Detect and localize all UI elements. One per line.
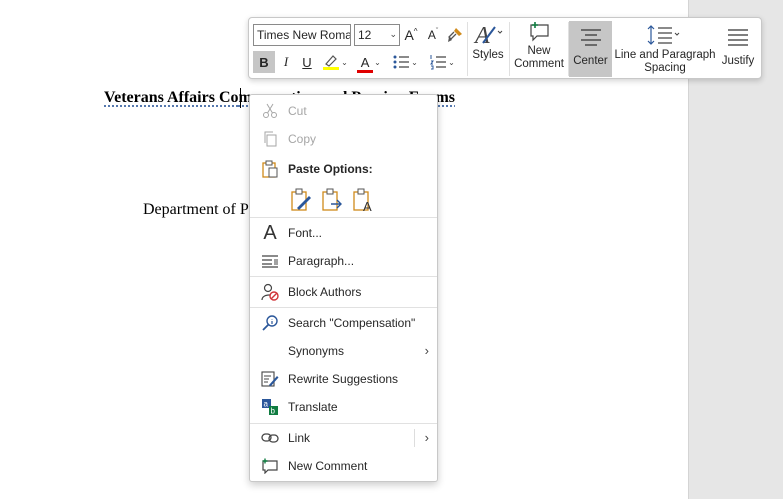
toolbar-separator [509,22,510,76]
new-comment-label-2: Comment [514,58,564,70]
menu-item-translate[interactable]: ab Translate [250,394,437,420]
bold-button[interactable]: B [253,51,275,73]
chevron-down-icon[interactable]: ⌄ [374,58,381,67]
underline-button[interactable]: U [297,51,317,73]
font-name-value: Times New Roman [257,28,351,42]
context-menu: Cut Copy Paste Options: A A Font... Para… [249,94,438,482]
chevron-down-icon[interactable]: ⌄ [411,58,418,67]
menu-item-synonyms[interactable]: Synonyms › [250,338,437,364]
paste-options-group: A [288,187,375,213]
paste-keep-formatting-icon [290,188,311,211]
paste-keep-source-formatting-button[interactable] [288,187,313,213]
menu-separator [250,276,437,277]
bullet-list-icon [393,55,410,69]
menu-item-paragraph[interactable]: Paragraph... [250,248,437,274]
paste-text-only-icon: A [352,188,372,212]
font-icon: A [263,221,277,244]
copy-icon [260,129,280,149]
center-label: Center [573,55,608,67]
svg-text:A: A [473,23,490,47]
shrink-font-button[interactable]: Aˇ [423,24,443,46]
line-spacing-icon [647,25,680,45]
new-comment-icon [530,22,549,42]
block-authors-icon [260,282,280,302]
chevron-down-icon[interactable]: ⌄ [341,58,348,67]
menu-item-cut[interactable]: Cut [250,98,437,124]
font-size-combobox[interactable]: 12 ⌄ [354,24,400,46]
text-caret [240,88,241,108]
styles-label: Styles [472,49,504,61]
chevron-right-icon[interactable]: › [425,430,429,445]
styles-icon: A [473,23,503,47]
highlight-button[interactable]: ⌄ [319,51,351,73]
link-icon [260,428,280,448]
paste-merge-formatting-button[interactable] [319,187,344,213]
styles-button[interactable]: A Styles [470,21,506,77]
toolbar-separator [467,22,468,76]
paragraph-icon [260,251,280,271]
menu-item-font[interactable]: A Font... [250,220,437,246]
justify-label: Justify [721,55,755,67]
paste-text-only-button[interactable]: A [350,187,375,213]
font-name-combobox[interactable]: Times New Roman [253,24,351,46]
justify-button[interactable]: Justify [716,21,760,77]
chevron-down-icon[interactable]: ⌄ [448,58,455,67]
center-button[interactable]: Center [569,21,612,77]
svg-text:A: A [363,199,372,212]
paste-merge-formatting-icon [321,188,342,211]
split-separator [414,429,415,447]
line-spacing-button[interactable]: Line and Paragraph Spacing [614,21,716,77]
numbering-button[interactable]: ⌄ [425,51,459,73]
chevron-down-icon[interactable]: ⌄ [389,29,397,40]
line-spacing-label-1: Line and Paragraph [614,49,716,61]
translate-icon: ab [260,397,280,417]
italic-button[interactable]: I [276,51,296,73]
bullets-button[interactable]: ⌄ [389,51,421,73]
new-comment-label-1: New [527,45,551,57]
line-spacing-label-2: Spacing [644,62,686,74]
clipboard-icon [260,159,280,179]
menu-separator [250,307,437,308]
search-icon [260,313,280,333]
chevron-right-icon: › [424,343,429,358]
menu-separator [250,423,437,424]
menu-separator [250,217,437,218]
font-color-button[interactable]: A ⌄ [353,51,385,73]
menu-item-search[interactable]: Search "Compensation" [250,310,437,336]
menu-item-copy[interactable]: Copy [250,126,437,152]
scissors-icon [260,101,280,121]
format-painter-icon [448,28,462,42]
menu-item-new-comment[interactable]: New Comment [250,453,437,479]
svg-text:b: b [271,407,276,416]
align-justify-icon [728,29,748,46]
paste-options-header: Paste Options: [250,156,437,182]
new-comment-icon [260,456,280,476]
new-comment-button[interactable]: New Comment [511,21,567,77]
align-center-icon [580,29,601,46]
menu-item-block-authors[interactable]: Block Authors [250,279,437,305]
grow-font-button[interactable]: A ^ [401,24,421,46]
svg-text:a: a [264,400,269,409]
menu-item-link[interactable]: Link › [250,425,437,451]
font-size-value: 12 [358,28,372,42]
rewrite-icon [260,369,280,389]
mini-toolbar: Times New Roman 12 ⌄ A ^ Aˇ B I U ⌄ A ⌄ ⌄… [248,17,762,79]
menu-item-rewrite-suggestions[interactable]: Rewrite Suggestions [250,366,437,392]
numbered-list-icon [430,55,447,70]
format-painter-button[interactable] [445,24,465,46]
highlighter-icon [323,55,340,70]
